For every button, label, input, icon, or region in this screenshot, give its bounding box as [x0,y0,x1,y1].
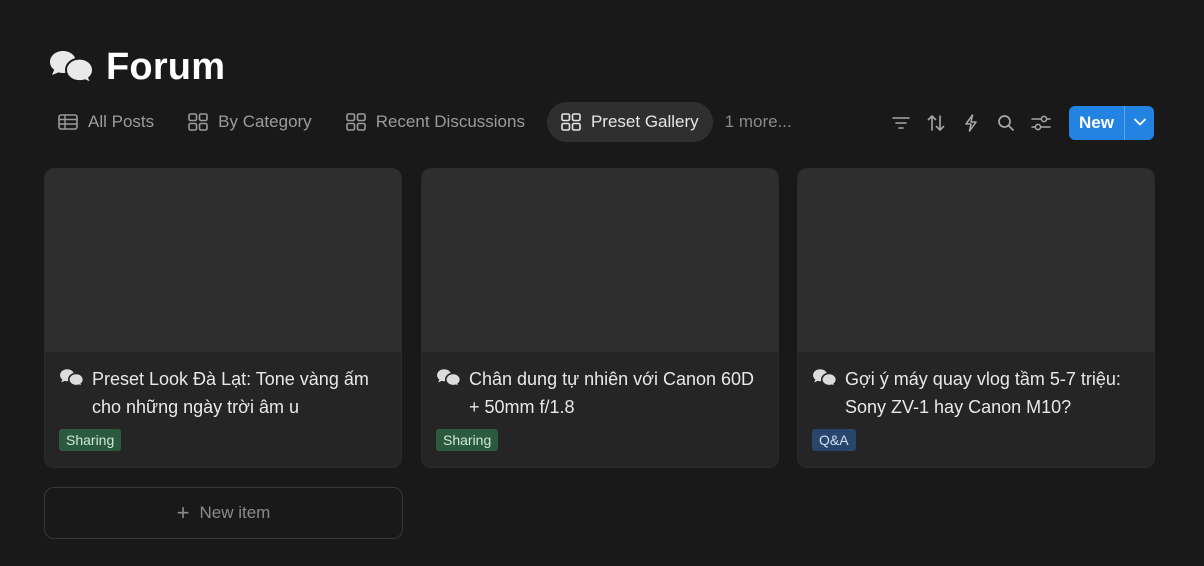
page-title: Forum [106,45,226,88]
tab-more-views[interactable]: 1 more... [719,102,798,142]
table-icon [58,114,78,130]
tab-label: By Category [218,112,312,131]
gallery-card[interactable]: Preset Look Đà Lạt: Tone vàng ấm cho nhữ… [44,168,402,468]
new-button-group: New [1069,106,1154,140]
automation-bolt-icon[interactable] [957,109,985,137]
speech-bubbles-icon [48,49,94,85]
sort-icon[interactable] [922,109,950,137]
card-cover [798,169,1154,352]
search-icon[interactable] [992,109,1020,137]
filter-icon[interactable] [887,109,915,137]
category-tag: Q&A [812,429,856,451]
gallery-card[interactable]: Gợi ý máy quay vlog tầm 5-7 triệu: Sony … [797,168,1155,468]
speech-bubbles-icon [812,365,838,393]
gallery-icon [561,113,581,131]
tab-label: Preset Gallery [590,112,699,131]
card-cover [45,169,401,352]
tab-recent-discussions[interactable]: Recent Discussions [332,102,539,142]
chevron-down-icon [1133,114,1147,132]
gallery-icon [188,113,208,131]
view-tabs: All Posts By Category Recent Discussions… [44,102,804,142]
new-button[interactable]: New [1069,106,1124,140]
tab-by-category[interactable]: By Category [174,102,326,142]
card-title: Chân dung tự nhiên với Canon 60D + 50mm … [469,369,755,417]
view-toolbar: New [880,106,1154,140]
gallery-icon [345,113,366,131]
card-title: Preset Look Đà Lạt: Tone vàng ấm cho nhữ… [92,369,369,417]
new-item-label: New item [199,503,271,522]
new-item-button[interactable]: + New item [44,487,403,539]
category-tag: Sharing [436,429,499,451]
tab-preset-gallery[interactable]: Preset Gallery [546,102,713,142]
card-cover [422,169,778,352]
tab-label: All Posts [88,112,155,131]
category-tag: Sharing [59,429,122,451]
settings-sliders-icon[interactable] [1027,109,1055,137]
speech-bubbles-icon [59,365,85,393]
plus-icon: + [176,500,190,525]
tab-all-posts[interactable]: All Posts [44,102,168,142]
tab-label: Recent Discussions [375,112,525,131]
tab-label: 1 more... [724,112,792,131]
card-title: Gợi ý máy quay vlog tầm 5-7 triệu: Sony … [845,369,1121,417]
new-dropdown-button[interactable] [1124,106,1154,140]
gallery-card[interactable]: Chân dung tự nhiên với Canon 60D + 50mm … [421,168,779,468]
speech-bubbles-icon [436,365,462,393]
page-header: Forum [48,44,225,90]
